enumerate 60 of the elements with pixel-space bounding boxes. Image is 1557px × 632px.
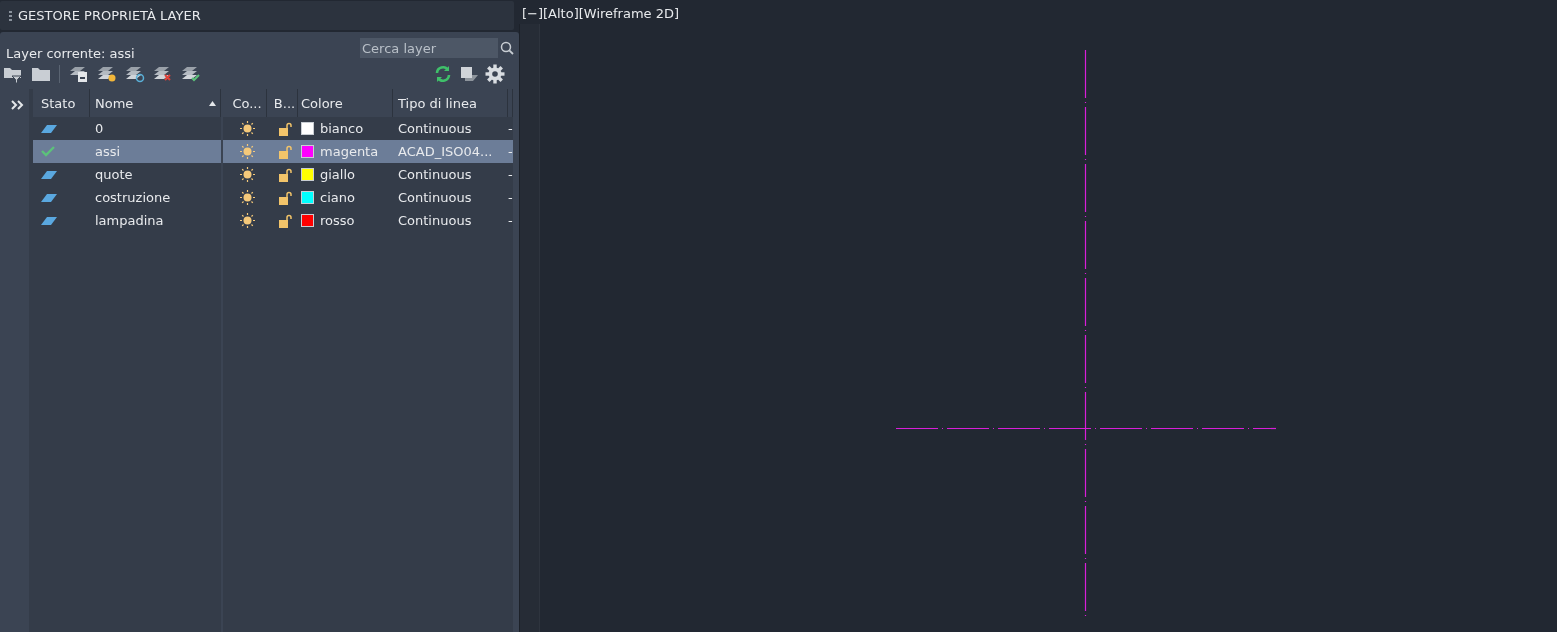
color-name: rosso [320,213,355,228]
table-cell-text: - [508,212,513,230]
sun-icon[interactable] [240,213,255,228]
layer-icon[interactable] [41,193,57,202]
layer-name[interactable]: costruzione [90,186,221,209]
color-swatch[interactable] [301,168,314,181]
sun-icon[interactable] [240,167,255,182]
table-cell-text: - [508,143,513,161]
layer-icon[interactable] [41,124,57,133]
sun-icon[interactable] [240,190,255,205]
column-header[interactable]: Nome [90,89,221,117]
color-swatch[interactable] [301,191,314,204]
panel-title: GESTORE PROPRIETÀ LAYER [18,8,201,23]
settings-icon[interactable] [485,64,505,84]
layer-icon[interactable] [41,216,57,225]
layer-settings-icon[interactable] [459,65,479,83]
sun-icon[interactable] [240,121,255,136]
unlocked-padlock-icon[interactable] [278,213,292,228]
linetype-name[interactable]: Continuous [393,186,508,209]
search-field[interactable]: Cerca layer [360,38,498,58]
check-icon[interactable] [41,146,55,157]
unlocked-padlock-icon[interactable] [278,167,292,182]
folder-icon[interactable] [31,66,51,82]
grip-icon[interactable] [9,10,12,21]
layer-name[interactable]: lampadina [90,209,221,232]
set-current-layer-icon[interactable] [180,65,202,83]
layer-state-icon[interactable] [68,65,90,83]
layer-name[interactable]: 0 [90,117,221,140]
linetype-name[interactable]: ACAD_ISO04... [393,140,508,163]
column-header[interactable]: Stato [33,89,90,117]
column-header[interactable]: Colore [298,89,393,117]
layer-name[interactable]: quote [90,163,221,186]
column-header[interactable]: Co... [223,89,267,117]
table-cell-text: - [508,189,513,207]
expand-icon[interactable] [11,100,25,110]
linetype-name[interactable]: Continuous [393,117,508,140]
column-header[interactable]: B... [267,89,298,117]
layer-icon[interactable] [41,170,57,179]
color-swatch[interactable] [301,214,314,227]
color-name: giallo [320,167,355,182]
unlocked-padlock-icon[interactable] [278,190,292,205]
search-icon[interactable] [500,41,514,55]
color-swatch[interactable] [301,122,314,135]
current-layer-label: Layer corrente: assi [6,46,135,61]
new-viewport-layer-icon[interactable] [124,65,146,83]
column-header[interactable]: Tipo di linea [393,89,508,117]
table-cell-text: - [508,166,513,184]
color-name: ciano [320,190,355,205]
delete-layer-icon[interactable] [152,65,174,83]
color-name: magenta [320,144,379,159]
linetype-name[interactable]: Continuous [393,209,508,232]
viewport-controls-label[interactable]: [−][Alto][Wireframe 2D] [519,0,1557,24]
sort-ascending-icon [209,100,216,106]
unlocked-padlock-icon[interactable] [278,121,292,136]
linetype-name[interactable]: Continuous [393,163,508,186]
refresh-icon[interactable] [433,64,453,84]
new-layer-icon[interactable] [96,65,118,83]
color-name: bianco [320,121,364,136]
color-swatch[interactable] [301,145,314,158]
table-cell-text: - [508,120,513,138]
